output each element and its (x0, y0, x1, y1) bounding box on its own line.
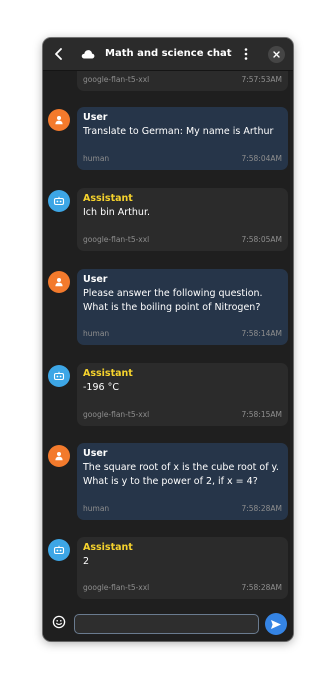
person-icon (55, 278, 63, 287)
message-source: human (83, 504, 110, 513)
menu-button[interactable] (239, 38, 253, 70)
message-time: 7:58:28AM (241, 583, 282, 592)
close-icon (272, 50, 280, 58)
chat-window: Math and science chat google-flan-t5-xxl… (43, 38, 293, 641)
emoji-icon (52, 615, 66, 629)
person-icon (55, 116, 63, 125)
assistant-avatar (48, 190, 70, 212)
message-model: google-flan-t5-xxl (83, 410, 150, 419)
cloud-icon (81, 50, 95, 59)
robot-icon (53, 196, 65, 206)
message-text: Translate to German: My name is Arthur (83, 126, 274, 137)
message-text: 2 (83, 556, 90, 567)
message-bubble: Assistant 2 google-flan-t5-xxl 7:58:28AM (77, 537, 288, 599)
user-avatar (48, 445, 70, 467)
emoji-button[interactable] (51, 614, 67, 630)
robot-icon (53, 545, 65, 555)
chevron-left-icon (55, 48, 62, 60)
message-source: human (83, 329, 110, 338)
message-text: The square root of x is the cube root of… (83, 462, 279, 487)
message-text: -196 °C (83, 382, 119, 393)
close-button-bg (267, 45, 285, 63)
message-bubble: Assistant Ich bin Arthur. google-flan-t5… (77, 188, 288, 251)
message-text: Ich bin Arthur. (83, 207, 151, 218)
message-input[interactable] (74, 614, 259, 634)
assistant-avatar (48, 365, 70, 387)
composer-bar (43, 603, 293, 641)
robot-icon (53, 371, 65, 381)
message-text: Please answer the following question. Wh… (83, 288, 263, 313)
message-time: 7:58:05AM (241, 235, 282, 244)
message-bubble: User Translate to German: My name is Art… (77, 107, 288, 170)
message-sender: User (83, 448, 108, 459)
message-model: google-flan-t5-xxl (83, 235, 150, 244)
kebab-menu-icon (244, 48, 248, 60)
message-sender: Assistant (83, 193, 133, 204)
send-icon (271, 619, 281, 629)
message-sender: Assistant (83, 542, 133, 553)
message-time: 7:58:04AM (241, 154, 282, 163)
message-sender: User (83, 274, 108, 285)
person-icon (55, 452, 63, 461)
user-avatar (48, 271, 70, 293)
user-avatar (48, 109, 70, 131)
message-source: human (83, 154, 110, 163)
header-bar: Math and science chat (43, 38, 293, 71)
message-list[interactable]: google-flan-t5-xxl 7:57:53AM User Transl… (43, 71, 293, 603)
message-time: 7:58:15AM (241, 410, 282, 419)
message-bubble: Assistant -196 °C google-flan-t5-xxl 7:5… (77, 363, 288, 426)
message-time: 7:58:14AM (241, 329, 282, 338)
message-bubble: User Please answer the following questio… (77, 269, 288, 345)
message-sender: User (83, 112, 108, 123)
message-sender: Assistant (83, 368, 133, 379)
message-model: google-flan-t5-xxl (83, 75, 150, 84)
message-model: google-flan-t5-xxl (83, 583, 150, 592)
assistant-avatar (48, 539, 70, 561)
send-button[interactable] (265, 613, 287, 635)
back-button[interactable] (49, 38, 69, 70)
message-time: 7:58:28AM (241, 504, 282, 513)
message-time: 7:57:53AM (241, 75, 282, 84)
close-button[interactable] (265, 38, 287, 70)
provider-button[interactable] (77, 38, 99, 70)
message-bubble: google-flan-t5-xxl 7:57:53AM (77, 71, 288, 91)
message-bubble: User The square root of x is the cube ro… (77, 443, 288, 520)
chat-title: Math and science chat (105, 48, 232, 59)
